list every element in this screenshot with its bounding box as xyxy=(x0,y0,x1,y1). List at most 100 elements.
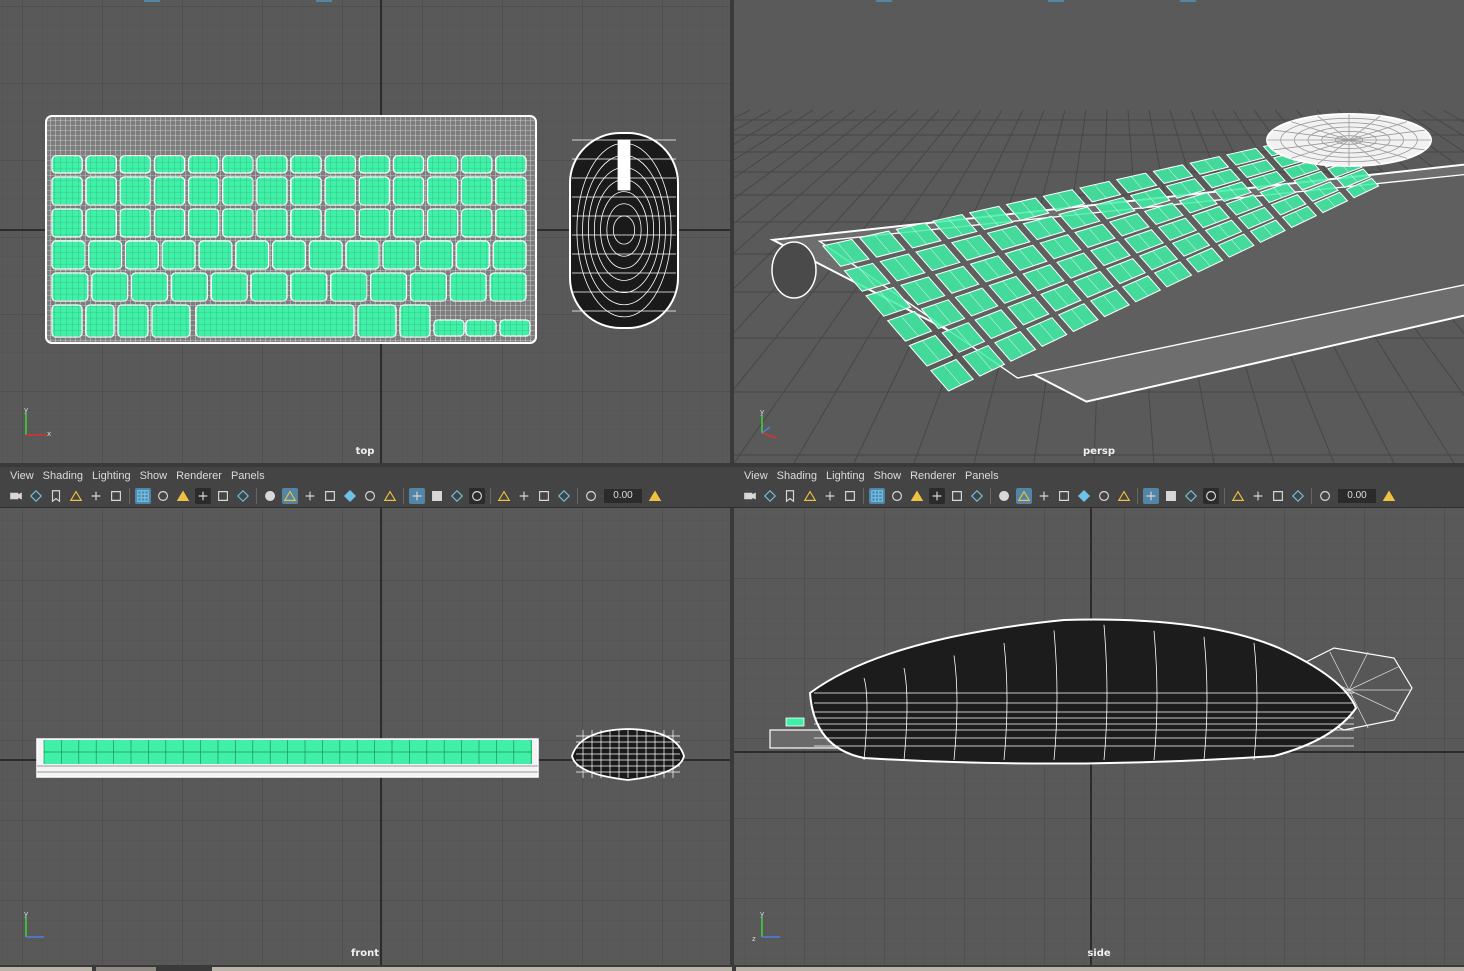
xray-components-icon[interactable] xyxy=(469,488,485,504)
menu-lighting-side[interactable]: Lighting xyxy=(824,470,872,482)
exposure-icon[interactable] xyxy=(1317,488,1333,504)
mouse-mesh xyxy=(569,132,679,329)
safe-action-icon[interactable] xyxy=(235,488,251,504)
image-plane-icon[interactable] xyxy=(802,488,818,504)
shadows-icon[interactable] xyxy=(362,488,378,504)
menu-renderer-side[interactable]: Renderer xyxy=(908,470,963,482)
wireframe-color-icon[interactable] xyxy=(556,488,572,504)
top-tab-tick xyxy=(1048,0,1064,2)
bookmark-icon[interactable] xyxy=(48,488,64,504)
viewport-front[interactable]: y front xyxy=(0,508,730,965)
field-chart-icon[interactable] xyxy=(949,488,965,504)
toolbar-separator xyxy=(256,488,257,504)
side-view-scene xyxy=(734,508,1464,965)
grease-pencil-icon[interactable] xyxy=(842,488,858,504)
ambient-occlusion-icon[interactable] xyxy=(1116,488,1132,504)
camera-icon[interactable] xyxy=(742,488,758,504)
wireframe-color-icon[interactable] xyxy=(1290,488,1306,504)
grease-pencil-icon[interactable] xyxy=(108,488,124,504)
xray-joints-icon[interactable] xyxy=(1183,488,1199,504)
axis-gizmo-icon: y xyxy=(760,408,777,439)
wireframe-on-shaded-icon[interactable] xyxy=(302,488,318,504)
gate-mask-icon[interactable] xyxy=(195,488,211,504)
svg-text:y: y xyxy=(760,408,764,416)
wireframe-icon[interactable] xyxy=(262,488,278,504)
toolbar-separator xyxy=(1137,488,1138,504)
isolate-select-icon[interactable] xyxy=(409,488,425,504)
pan-zoom-icon[interactable] xyxy=(822,488,838,504)
gamma-icon[interactable] xyxy=(647,488,663,504)
keyboard-front-mesh xyxy=(36,738,539,778)
field-chart-icon[interactable] xyxy=(215,488,231,504)
camera-icon[interactable] xyxy=(8,488,24,504)
exposure-icon[interactable] xyxy=(583,488,599,504)
viewport-top[interactable]: y x top xyxy=(0,0,730,463)
use-lights-icon[interactable] xyxy=(342,488,358,504)
viewport-persp[interactable]: y persp xyxy=(734,0,1464,463)
grid-icon[interactable] xyxy=(135,488,151,504)
xray-icon[interactable] xyxy=(429,488,445,504)
two-sided-icon[interactable] xyxy=(516,488,532,504)
ambient-occlusion-icon[interactable] xyxy=(382,488,398,504)
resolution-gate-icon[interactable] xyxy=(175,488,191,504)
top-tab-tick xyxy=(316,0,332,2)
resolution-gate-icon[interactable] xyxy=(909,488,925,504)
wireframe-on-shaded-icon[interactable] xyxy=(1036,488,1052,504)
menu-panels-side[interactable]: Panels xyxy=(963,470,1006,482)
menu-shading-side[interactable]: Shading xyxy=(775,470,824,482)
film-gate-icon[interactable] xyxy=(889,488,905,504)
smooth-shade-icon[interactable] xyxy=(282,488,298,504)
exposure-field[interactable]: 0.00 xyxy=(604,489,642,503)
select-camera-icon[interactable] xyxy=(1230,488,1246,504)
menu-view-front[interactable]: View xyxy=(8,470,41,482)
menu-panels-front[interactable]: Panels xyxy=(229,470,272,482)
toolbar-separator xyxy=(990,488,991,504)
menu-show-side[interactable]: Show xyxy=(872,470,909,482)
menu-lighting-front[interactable]: Lighting xyxy=(90,470,138,482)
xray-joints-icon[interactable] xyxy=(449,488,465,504)
textured-icon[interactable] xyxy=(1056,488,1072,504)
gamma-icon[interactable] xyxy=(1381,488,1397,504)
bottom-tab[interactable] xyxy=(212,967,732,971)
camera-attributes-icon[interactable] xyxy=(762,488,778,504)
persp-view-scene xyxy=(734,0,1464,463)
textured-icon[interactable] xyxy=(322,488,338,504)
panel-menubar-front: View Shading Lighting Show Renderer Panels xyxy=(0,467,738,485)
toolbar-separator xyxy=(1224,488,1225,504)
backface-icon[interactable] xyxy=(1270,488,1286,504)
toolbar-separator xyxy=(490,488,491,504)
bookmark-icon[interactable] xyxy=(782,488,798,504)
xray-components-icon[interactable] xyxy=(1203,488,1219,504)
menu-shading-front[interactable]: Shading xyxy=(41,470,90,482)
camera-attributes-icon[interactable] xyxy=(28,488,44,504)
grid-icon[interactable] xyxy=(869,488,885,504)
image-plane-icon[interactable] xyxy=(68,488,84,504)
viewport-side[interactable]: y z side xyxy=(734,508,1464,965)
wireframe-icon[interactable] xyxy=(996,488,1012,504)
svg-text:y: y xyxy=(24,406,28,414)
bottom-tab[interactable] xyxy=(0,967,92,971)
pan-zoom-icon[interactable] xyxy=(88,488,104,504)
toolbar-separator xyxy=(129,488,130,504)
backface-icon[interactable] xyxy=(536,488,552,504)
xray-icon[interactable] xyxy=(1163,488,1179,504)
bottom-tab[interactable] xyxy=(96,967,156,971)
exposure-field[interactable]: 0.00 xyxy=(1338,489,1376,503)
gate-mask-icon[interactable] xyxy=(929,488,945,504)
mouse-persp-mesh xyxy=(1266,113,1432,167)
shadows-icon[interactable] xyxy=(1096,488,1112,504)
safe-action-icon[interactable] xyxy=(969,488,985,504)
smooth-shade-icon[interactable] xyxy=(1016,488,1032,504)
film-gate-icon[interactable] xyxy=(155,488,171,504)
select-camera-icon[interactable] xyxy=(496,488,512,504)
menu-view-side[interactable]: View xyxy=(742,470,775,482)
two-sided-icon[interactable] xyxy=(1250,488,1266,504)
panel-toolbar-side: 0.00 xyxy=(734,485,1464,508)
bottom-tab[interactable] xyxy=(736,967,1464,971)
use-lights-icon[interactable] xyxy=(1076,488,1092,504)
menu-renderer-front[interactable]: Renderer xyxy=(174,470,229,482)
isolate-select-icon[interactable] xyxy=(1143,488,1159,504)
front-view-scene xyxy=(0,508,730,965)
menu-show-front[interactable]: Show xyxy=(138,470,175,482)
toolbar-separator xyxy=(1311,488,1312,504)
